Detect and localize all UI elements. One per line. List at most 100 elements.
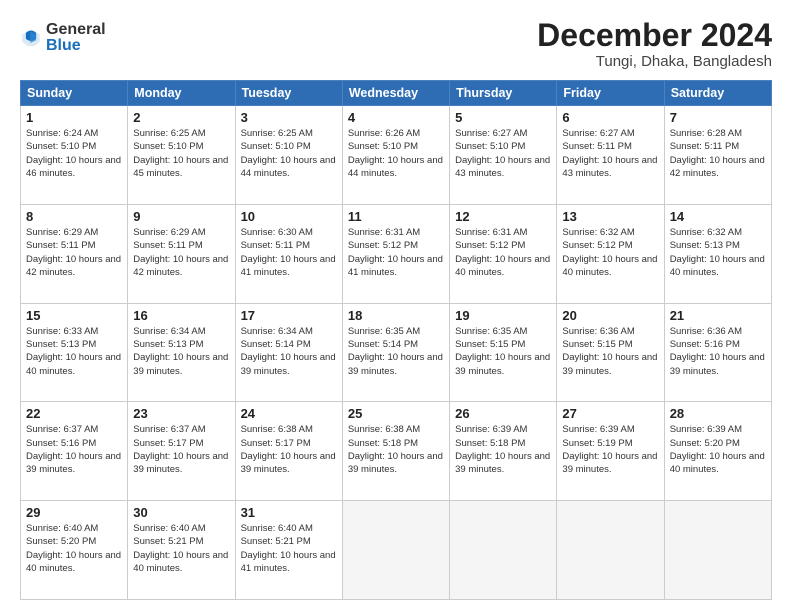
day-number: 7 <box>670 110 766 125</box>
day-info: Sunrise: 6:27 AMSunset: 5:11 PMDaylight:… <box>562 127 658 180</box>
table-row: 11 Sunrise: 6:31 AMSunset: 5:12 PMDayligh… <box>342 204 449 303</box>
table-row: 14 Sunrise: 6:32 AMSunset: 5:13 PMDayligh… <box>664 204 771 303</box>
day-info: Sunrise: 6:31 AMSunset: 5:12 PMDaylight:… <box>348 226 444 279</box>
day-number: 31 <box>241 505 337 520</box>
day-number: 17 <box>241 308 337 323</box>
day-number: 9 <box>133 209 229 224</box>
empty-cell <box>557 501 664 600</box>
col-tuesday: Tuesday <box>235 81 342 106</box>
day-info: Sunrise: 6:38 AMSunset: 5:17 PMDaylight:… <box>241 423 337 476</box>
day-number: 5 <box>455 110 551 125</box>
day-number: 11 <box>348 209 444 224</box>
table-row: 10 Sunrise: 6:30 AMSunset: 5:11 PMDayligh… <box>235 204 342 303</box>
day-info: Sunrise: 6:28 AMSunset: 5:11 PMDaylight:… <box>670 127 766 180</box>
day-info: Sunrise: 6:29 AMSunset: 5:11 PMDaylight:… <box>133 226 229 279</box>
col-monday: Monday <box>128 81 235 106</box>
table-row: 30Sunrise: 6:40 AMSunset: 5:21 PMDayligh… <box>128 501 235 600</box>
day-info: Sunrise: 6:36 AMSunset: 5:16 PMDaylight:… <box>670 325 766 378</box>
day-number: 26 <box>455 406 551 421</box>
day-info: Sunrise: 6:37 AMSunset: 5:16 PMDaylight:… <box>26 423 122 476</box>
page: General Blue December 2024 Tungi, Dhaka,… <box>0 0 792 612</box>
calendar-week-row: 1 Sunrise: 6:24 AMSunset: 5:10 PMDaylight… <box>21 106 772 205</box>
day-number: 22 <box>26 406 122 421</box>
empty-cell <box>342 501 449 600</box>
day-info: Sunrise: 6:32 AMSunset: 5:13 PMDaylight:… <box>670 226 766 279</box>
table-row: 25Sunrise: 6:38 AMSunset: 5:18 PMDayligh… <box>342 402 449 501</box>
day-info: Sunrise: 6:33 AMSunset: 5:13 PMDaylight:… <box>26 325 122 378</box>
day-info: Sunrise: 6:34 AMSunset: 5:14 PMDaylight:… <box>241 325 337 378</box>
day-number: 19 <box>455 308 551 323</box>
day-number: 3 <box>241 110 337 125</box>
title-section: December 2024 Tungi, Dhaka, Bangladesh <box>537 18 772 70</box>
day-number: 10 <box>241 209 337 224</box>
table-row: 13Sunrise: 6:32 AMSunset: 5:12 PMDayligh… <box>557 204 664 303</box>
table-row: 29 Sunrise: 6:40 AMSunset: 5:20 PMDayligh… <box>21 501 128 600</box>
calendar-header-row: Sunday Monday Tuesday Wednesday Thursday… <box>21 81 772 106</box>
calendar-week-row: 29 Sunrise: 6:40 AMSunset: 5:20 PMDayligh… <box>21 501 772 600</box>
table-row: 1 Sunrise: 6:24 AMSunset: 5:10 PMDaylight… <box>21 106 128 205</box>
day-number: 25 <box>348 406 444 421</box>
day-info: Sunrise: 6:25 AMSunset: 5:10 PMDaylight:… <box>241 127 337 180</box>
table-row: 2 Sunrise: 6:25 AMSunset: 5:10 PMDaylight… <box>128 106 235 205</box>
day-number: 1 <box>26 110 122 125</box>
table-row: 3 Sunrise: 6:25 AMSunset: 5:10 PMDaylight… <box>235 106 342 205</box>
day-number: 12 <box>455 209 551 224</box>
day-info: Sunrise: 6:24 AMSunset: 5:10 PMDaylight:… <box>26 127 122 180</box>
table-row: 8 Sunrise: 6:29 AMSunset: 5:11 PMDaylight… <box>21 204 128 303</box>
table-row: 17 Sunrise: 6:34 AMSunset: 5:14 PMDayligh… <box>235 303 342 402</box>
calendar-week-row: 8 Sunrise: 6:29 AMSunset: 5:11 PMDaylight… <box>21 204 772 303</box>
table-row: 28 Sunrise: 6:39 AMSunset: 5:20 PMDayligh… <box>664 402 771 501</box>
day-info: Sunrise: 6:39 AMSunset: 5:20 PMDaylight:… <box>670 423 766 476</box>
table-row: 23Sunrise: 6:37 AMSunset: 5:17 PMDayligh… <box>128 402 235 501</box>
logo-icon <box>20 27 42 49</box>
day-info: Sunrise: 6:29 AMSunset: 5:11 PMDaylight:… <box>26 226 122 279</box>
day-number: 6 <box>562 110 658 125</box>
day-info: Sunrise: 6:30 AMSunset: 5:11 PMDaylight:… <box>241 226 337 279</box>
header: General Blue December 2024 Tungi, Dhaka,… <box>20 18 772 70</box>
logo: General Blue <box>20 22 106 54</box>
day-number: 27 <box>562 406 658 421</box>
day-number: 8 <box>26 209 122 224</box>
day-number: 2 <box>133 110 229 125</box>
table-row: 21 Sunrise: 6:36 AMSunset: 5:16 PMDayligh… <box>664 303 771 402</box>
month-year: December 2024 <box>537 18 772 53</box>
calendar-week-row: 22 Sunrise: 6:37 AMSunset: 5:16 PMDayligh… <box>21 402 772 501</box>
day-number: 16 <box>133 308 229 323</box>
day-info: Sunrise: 6:31 AMSunset: 5:12 PMDaylight:… <box>455 226 551 279</box>
table-row: 24 Sunrise: 6:38 AMSunset: 5:17 PMDayligh… <box>235 402 342 501</box>
day-info: Sunrise: 6:40 AMSunset: 5:20 PMDaylight:… <box>26 522 122 575</box>
table-row: 4Sunrise: 6:26 AMSunset: 5:10 PMDaylight… <box>342 106 449 205</box>
day-info: Sunrise: 6:32 AMSunset: 5:12 PMDaylight:… <box>562 226 658 279</box>
table-row: 20Sunrise: 6:36 AMSunset: 5:15 PMDayligh… <box>557 303 664 402</box>
table-row: 31 Sunrise: 6:40 AMSunset: 5:21 PMDayligh… <box>235 501 342 600</box>
day-number: 14 <box>670 209 766 224</box>
table-row: 9 Sunrise: 6:29 AMSunset: 5:11 PMDaylight… <box>128 204 235 303</box>
table-row: 15Sunrise: 6:33 AMSunset: 5:13 PMDayligh… <box>21 303 128 402</box>
day-number: 21 <box>670 308 766 323</box>
table-row: 18Sunrise: 6:35 AMSunset: 5:14 PMDayligh… <box>342 303 449 402</box>
empty-cell <box>664 501 771 600</box>
table-row: 27 Sunrise: 6:39 AMSunset: 5:19 PMDayligh… <box>557 402 664 501</box>
day-info: Sunrise: 6:26 AMSunset: 5:10 PMDaylight:… <box>348 127 444 180</box>
day-info: Sunrise: 6:39 AMSunset: 5:19 PMDaylight:… <box>562 423 658 476</box>
logo-blue-text: Blue <box>46 38 106 54</box>
day-info: Sunrise: 6:39 AMSunset: 5:18 PMDaylight:… <box>455 423 551 476</box>
day-number: 24 <box>241 406 337 421</box>
day-info: Sunrise: 6:40 AMSunset: 5:21 PMDaylight:… <box>241 522 337 575</box>
day-number: 30 <box>133 505 229 520</box>
col-thursday: Thursday <box>450 81 557 106</box>
day-number: 29 <box>26 505 122 520</box>
logo-text: General Blue <box>46 22 106 54</box>
day-number: 23 <box>133 406 229 421</box>
day-number: 28 <box>670 406 766 421</box>
table-row: 19Sunrise: 6:35 AMSunset: 5:15 PMDayligh… <box>450 303 557 402</box>
calendar-week-row: 15Sunrise: 6:33 AMSunset: 5:13 PMDayligh… <box>21 303 772 402</box>
col-friday: Friday <box>557 81 664 106</box>
table-row: 12 Sunrise: 6:31 AMSunset: 5:12 PMDayligh… <box>450 204 557 303</box>
day-info: Sunrise: 6:25 AMSunset: 5:10 PMDaylight:… <box>133 127 229 180</box>
col-wednesday: Wednesday <box>342 81 449 106</box>
day-info: Sunrise: 6:34 AMSunset: 5:13 PMDaylight:… <box>133 325 229 378</box>
day-info: Sunrise: 6:36 AMSunset: 5:15 PMDaylight:… <box>562 325 658 378</box>
table-row: 5Sunrise: 6:27 AMSunset: 5:10 PMDaylight… <box>450 106 557 205</box>
empty-cell <box>450 501 557 600</box>
